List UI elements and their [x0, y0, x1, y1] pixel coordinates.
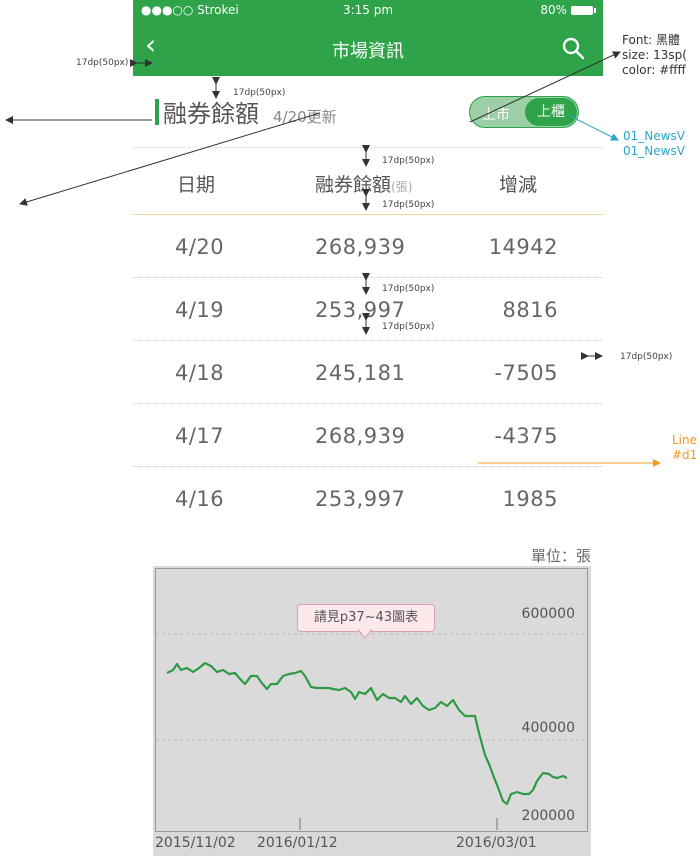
y-label-200000: 200000 [521, 808, 575, 824]
spacing-annotation-header-top: 17dp(50px) [382, 156, 435, 166]
y-label-600000: 600000 [521, 606, 575, 622]
x-label-2015-11-02: 2015/11/02 [155, 835, 236, 851]
font-spec-line: Font: 黑體 [622, 33, 680, 47]
y-label-400000: 400000 [521, 720, 575, 736]
font-spec-line: color: #ffff [622, 63, 686, 77]
chart-callout: 請見p37~43圖表 [297, 604, 435, 632]
news-ref-line: 01_NewsV [623, 144, 685, 158]
news-ref-annotation: 01_NewsV 01_NewsV [623, 129, 685, 159]
x-label-2016-03-01: 2016/03/01 [456, 835, 537, 851]
font-spec-annotation: Font: 黑體 size: 13sp( color: #ffff [622, 33, 687, 78]
spacing-annotation-row-top: 17dp(50px) [382, 284, 435, 294]
spacing-annotation-title: 17dp(50px) [233, 88, 286, 98]
callout-pointer [358, 629, 372, 639]
spacing-annotation-right: 17dp(50px) [620, 352, 673, 362]
x-label-2016-01-12: 2016/01/12 [257, 835, 338, 851]
news-ref-line: 01_NewsV [623, 129, 685, 143]
line-spec-line: Line [672, 433, 698, 447]
spacing-annotation-header-bottom: 17dp(50px) [382, 200, 435, 210]
line-spec-annotation: Line #d1 [672, 433, 697, 463]
spacing-annotation-left: 17dp(50px) [76, 58, 129, 68]
font-spec-line: size: 13sp( [622, 48, 687, 62]
spacing-annotation-row-bottom: 17dp(50px) [382, 322, 435, 332]
phone-screen: ●●●○○ Strokei 3:15 pm 80% ‹ 市場資訊 融券餘額 4/… [133, 0, 603, 856]
line-spec-line: #d1 [672, 448, 698, 462]
